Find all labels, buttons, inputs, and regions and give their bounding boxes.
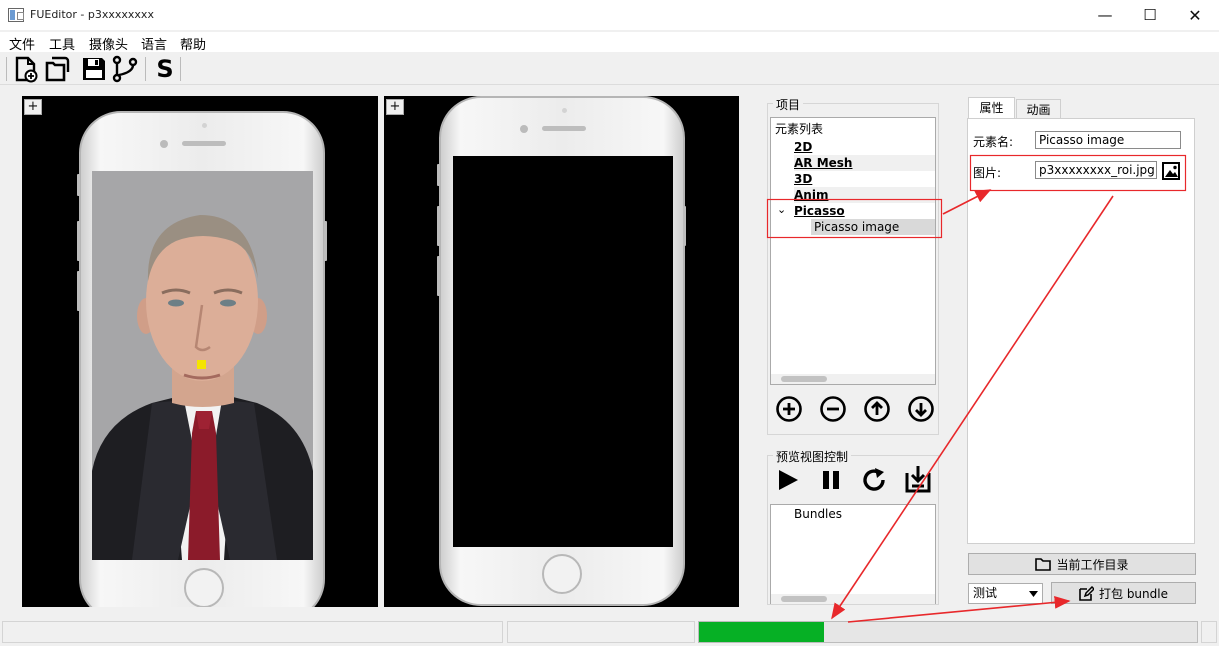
toolbar-separator — [180, 57, 181, 81]
app-icon — [8, 8, 24, 22]
working-directory-label: 当前工作目录 — [1056, 557, 1129, 572]
bundles-label: Bundles — [794, 507, 843, 521]
tree-horizontal-scrollbar[interactable] — [771, 374, 935, 384]
phone-front-sensor — [202, 123, 207, 128]
phone-side-button — [77, 271, 80, 311]
menu-tools[interactable]: 工具 — [49, 34, 75, 53]
element-name-label: 元素名: — [973, 135, 1014, 149]
phone-side-button — [437, 206, 440, 246]
phone-speaker — [542, 126, 586, 131]
toolbar-grip — [6, 57, 7, 81]
phone-side-button — [437, 256, 440, 296]
phone-side-button — [77, 174, 80, 196]
menu-language[interactable]: 语言 — [141, 34, 167, 53]
phone-home-button — [184, 568, 224, 607]
expand-chevron-icon[interactable]: ⌄ — [777, 202, 786, 218]
phone-camera — [160, 140, 168, 148]
phone-side-button — [437, 164, 440, 186]
menu-file[interactable]: 文件 — [9, 34, 35, 53]
menu-bar: 文件 工具 摄像头 语言 帮助 — [0, 32, 1219, 53]
config-combo-value: 测试 — [973, 586, 998, 600]
window-title: FUEditor - p3xxxxxxxx — [30, 8, 154, 21]
image-picker-icon[interactable] — [1161, 161, 1181, 181]
pause-icon[interactable] — [817, 466, 845, 494]
tree-root[interactable]: 元素列表 — [775, 121, 823, 137]
toolbar: S — [0, 53, 1219, 85]
refresh-icon[interactable] — [860, 466, 888, 494]
move-up-icon[interactable] — [863, 395, 891, 423]
element-tree[interactable]: 元素列表 2D AR Mesh 3D Anim ⌄ Picasso Picass… — [770, 117, 936, 385]
image-label: 图片: — [973, 166, 1002, 180]
toolbar-separator — [145, 57, 146, 81]
phone-screen — [453, 156, 673, 547]
phone-side-button — [77, 221, 80, 261]
remove-icon[interactable] — [819, 395, 847, 423]
tree-item-ar-mesh[interactable]: AR Mesh — [794, 155, 935, 171]
tree-item-picasso-image[interactable]: Picasso image — [811, 219, 935, 235]
new-file-icon[interactable] — [12, 55, 40, 83]
phone-side-button — [324, 221, 327, 261]
s-script-icon[interactable]: S — [151, 55, 179, 83]
save-icon[interactable] — [80, 55, 108, 83]
project-group-title: 项目 — [773, 96, 804, 113]
move-down-icon[interactable] — [907, 395, 935, 423]
tree-item-3d[interactable]: 3D — [794, 171, 812, 187]
phone-front-sensor — [562, 108, 567, 113]
status-cell — [2, 621, 503, 643]
status-cell — [1201, 621, 1217, 643]
config-combo[interactable]: 测试 — [968, 583, 1043, 604]
bundles-list[interactable]: Bundles — [770, 504, 936, 604]
working-directory-button[interactable]: 当前工作目录 — [968, 553, 1196, 575]
title-bar: FUEditor - p3xxxxxxxx — ☐ ✕ — [0, 0, 1219, 30]
scrollbar-thumb[interactable] — [781, 376, 827, 382]
progress-bar — [698, 621, 1198, 643]
phone-side-button — [683, 206, 686, 246]
maximize-button[interactable]: ☐ — [1127, 0, 1173, 30]
open-folder-icon[interactable] — [44, 55, 72, 83]
edit-icon — [1079, 585, 1094, 601]
dropdown-arrow-icon — [1029, 591, 1038, 597]
export-icon[interactable] — [903, 464, 933, 494]
add-icon[interactable] — [775, 395, 803, 423]
add-preview-button[interactable]: + — [386, 99, 404, 115]
bundles-horizontal-scrollbar[interactable] — [771, 594, 935, 604]
phone-camera — [520, 125, 528, 133]
status-cell — [507, 621, 695, 643]
image-path-field[interactable]: p3xxxxxxxx_roi.jpg — [1035, 161, 1157, 179]
pack-bundle-label: 打包 bundle — [1099, 586, 1168, 601]
add-preview-button[interactable]: + — [24, 99, 42, 115]
tree-item-picasso[interactable]: Picasso — [794, 203, 845, 219]
output-preview-pane[interactable]: + — [384, 96, 739, 607]
close-button[interactable]: ✕ — [1172, 0, 1218, 30]
tree-item-anim[interactable]: Anim — [794, 187, 935, 203]
play-icon[interactable] — [774, 466, 802, 494]
git-branch-icon[interactable] — [111, 55, 139, 83]
scrollbar-thumb[interactable] — [781, 596, 827, 602]
tab-animation[interactable]: 动画 — [1016, 99, 1061, 119]
folder-icon — [1035, 558, 1052, 571]
pack-bundle-button[interactable]: 打包 bundle — [1051, 582, 1196, 604]
tree-item-2d[interactable]: 2D — [794, 139, 812, 155]
properties-panel: 元素名: Picasso image 图片: p3xxxxxxxx_roi.jp… — [967, 118, 1195, 544]
camera-preview-image — [92, 171, 313, 560]
phone-frame — [439, 96, 685, 606]
menu-camera[interactable]: 摄像头 — [89, 34, 128, 53]
menu-help[interactable]: 帮助 — [180, 34, 206, 53]
tab-properties[interactable]: 属性 — [968, 97, 1015, 119]
progress-fill — [699, 622, 824, 642]
preview-control-title: 预览视图控制 — [773, 448, 852, 465]
phone-speaker — [182, 141, 226, 146]
phone-home-button — [542, 554, 582, 594]
element-name-field[interactable]: Picasso image — [1035, 131, 1181, 149]
minimize-button[interactable]: — — [1082, 0, 1128, 30]
